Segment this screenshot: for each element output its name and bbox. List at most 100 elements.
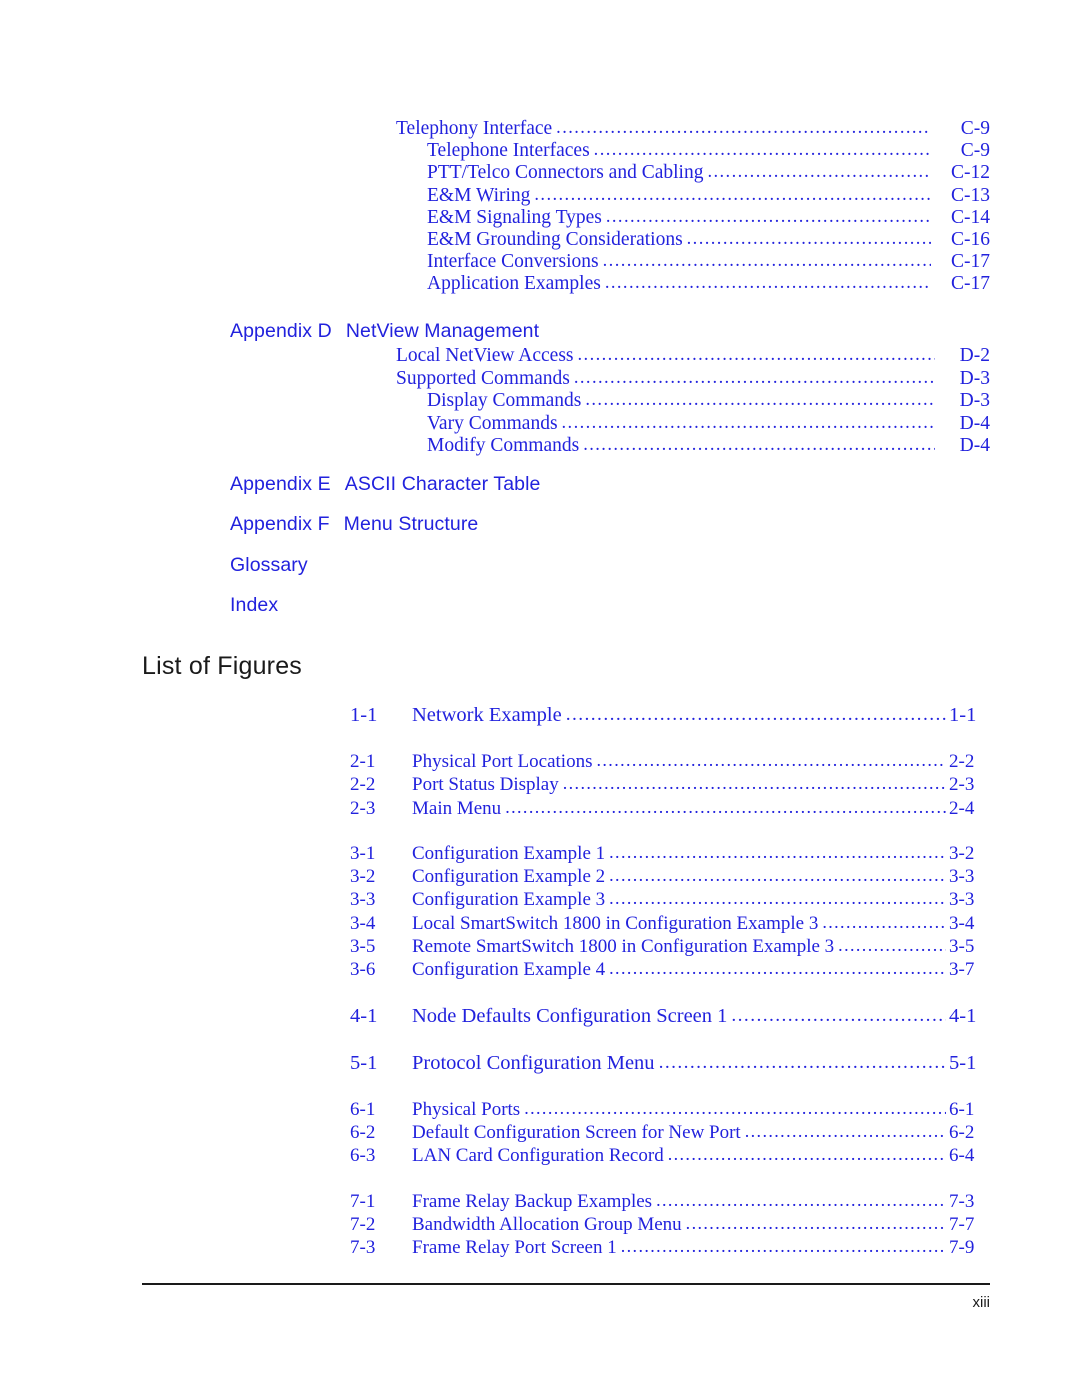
toc-entry[interactable]: Vary Commands D-4 (427, 413, 990, 436)
figure-number: 7-2 (350, 1213, 376, 1235)
figure-number: 4-1 (350, 1004, 378, 1027)
figure-number: 3-6 (350, 959, 376, 981)
figure-page: 4-1 (949, 1004, 977, 1027)
dot-leader (594, 139, 931, 161)
dot-leader (822, 911, 946, 934)
dot-leader (583, 434, 935, 457)
figure-group: 5-1 Protocol Configuration Menu 5-1 (350, 1051, 995, 1076)
appendix-f-heading[interactable]: Appendix F Menu Structure (230, 513, 478, 536)
figure-entry[interactable]: 3-5 Remote SmartSwitch 1800 in Configurat… (350, 935, 995, 958)
figure-entry[interactable]: 6-1 Physical Ports 6-1 (350, 1098, 995, 1121)
toc-entry[interactable]: E&M Signaling Types C-14 (427, 207, 990, 229)
figure-entry[interactable]: 3-3 Configuration Example 3 3-3 (350, 888, 995, 911)
figure-title: Bandwidth Allocation Group Menu (412, 1213, 682, 1235)
figure-group: 1-1 Network Example 1-1 (350, 703, 995, 728)
toc-entry-title: E&M Wiring (427, 184, 531, 206)
appendix-e-title: ASCII Character Table (344, 473, 541, 495)
figure-group: 4-1 Node Defaults Configuration Screen 1 4… (350, 1004, 995, 1029)
figure-entry[interactable]: 6-2 Default Configuration Screen for New … (350, 1121, 995, 1144)
toc-entry[interactable]: Application Examples C-17 (427, 273, 990, 295)
figure-page: 7-3 (949, 1190, 975, 1212)
figure-entry[interactable]: 3-4 Local SmartSwitch 1800 in Configurati… (350, 912, 995, 935)
toc-entry-title: Modify Commands (427, 435, 580, 456)
toc-entry[interactable]: Telephony Interface C-9 (396, 118, 990, 140)
figure-number: 6-3 (350, 1145, 376, 1167)
figure-entry[interactable]: 3-6 Configuration Example 4 3-7 (350, 958, 995, 981)
dot-leader (585, 389, 935, 412)
toc-entry-page: C-12 (951, 162, 990, 184)
figure-page: 2-2 (949, 751, 975, 772)
toc-entry-title: Local NetView Access (396, 345, 574, 366)
figure-entry[interactable]: 2-1 Physical Port Locations 2-2 (350, 750, 995, 773)
dot-leader (606, 206, 931, 228)
figure-entry[interactable]: 3-2 Configuration Example 2 3-3 (350, 865, 995, 888)
toc-entry-title: Interface Conversions (427, 251, 599, 273)
index-label: Index (230, 594, 279, 616)
figure-entry[interactable]: 7-1 Frame Relay Backup Examples 7-3 (350, 1190, 995, 1213)
appendix-d-heading[interactable]: Appendix D NetView Management (230, 320, 539, 343)
toc-entry[interactable]: Telephone Interfaces C-9 (427, 140, 990, 162)
figure-entry[interactable]: 6-3 LAN Card Configuration Record 6-4 (350, 1144, 995, 1167)
index-heading[interactable]: Index (230, 594, 278, 617)
figure-title: Physical Ports (412, 1098, 521, 1120)
toc-entry[interactable]: Interface Conversions C-17 (427, 251, 990, 273)
toc-entry-page: C-9 (960, 118, 990, 139)
toc-entry[interactable]: Display Commands D-3 (427, 390, 990, 413)
figure-title: Frame Relay Port Screen 1 (412, 1237, 617, 1259)
figure-entry[interactable]: 2-2 Port Status Display 2-3 (350, 773, 995, 796)
figure-entry[interactable]: 3-1 Configuration Example 1 3-2 (350, 842, 995, 865)
figure-page: 6-4 (949, 1145, 975, 1167)
dot-leader (556, 117, 931, 139)
figure-page: 3-7 (949, 959, 975, 981)
figure-entry[interactable]: 4-1 Node Defaults Configuration Screen 1 4… (350, 1004, 995, 1029)
figure-group: 3-1 Configuration Example 1 3-2 3-2 Configur… (350, 842, 995, 982)
footer-divider (142, 1283, 990, 1285)
toc-entry-page: D-2 (959, 345, 990, 366)
figure-entry[interactable]: 7-2 Bandwidth Allocation Group Menu 7-7 (350, 1213, 995, 1236)
figure-title: Network Example (412, 704, 562, 726)
toc-entry[interactable]: E&M Wiring C-13 (427, 185, 990, 207)
dot-leader (838, 934, 946, 957)
toc-entry[interactable]: E&M Grounding Considerations C-16 (427, 229, 990, 251)
figure-page: 5-1 (949, 1051, 977, 1074)
toc-entry-title: Supported Commands (396, 367, 570, 389)
dot-leader (745, 1120, 946, 1143)
toc-entry-page: D-3 (959, 390, 990, 411)
figure-number: 3-3 (350, 889, 376, 911)
toc-entry-title: PTT/Telco Connectors and Cabling (427, 162, 704, 184)
glossary-heading[interactable]: Glossary (230, 554, 308, 577)
figure-entry[interactable]: 7-3 Frame Relay Port Screen 1 7-9 (350, 1236, 995, 1259)
figure-number: 3-5 (350, 936, 376, 958)
figure-title: Node Defaults Configuration Screen 1 (412, 1004, 728, 1027)
dot-leader (659, 1051, 946, 1075)
figure-title: Physical Port Locations (412, 751, 593, 772)
appendix-e-heading[interactable]: Appendix E ASCII Character Table (230, 473, 541, 496)
figure-entry[interactable]: 2-3 Main Menu 2-4 (350, 797, 995, 820)
toc-entry-page: D-4 (959, 412, 990, 434)
figure-entry[interactable]: 5-1 Protocol Configuration Menu 5-1 (350, 1051, 995, 1076)
toc-entry[interactable]: PTT/Telco Connectors and Cabling C-12 (427, 162, 990, 184)
figure-title: Configuration Example 2 (412, 866, 606, 888)
figure-page: 3-2 (949, 842, 975, 864)
toc-entry[interactable]: Supported Commands D-3 (396, 368, 990, 391)
appendix-e-label: Appendix E (230, 473, 331, 495)
toc-entry-title: E&M Grounding Considerations (427, 229, 683, 251)
figure-title: Port Status Display (412, 774, 559, 796)
figure-group: 6-1Physical Ports6-16-2Default Configura… (350, 1098, 995, 1168)
toc-entry-title: Vary Commands (427, 412, 558, 434)
figure-title: Main Menu (412, 797, 502, 819)
toc-entry[interactable]: Modify Commands D-4 (427, 435, 990, 458)
figure-number: 3-2 (350, 866, 376, 888)
figure-number: 3-1 (350, 842, 376, 864)
dot-leader (563, 772, 946, 795)
footer-page-number: xiii (972, 1294, 991, 1311)
toc-entry[interactable]: Local NetView Access D-2 (396, 345, 990, 368)
appendix-d-entries: Local NetView AccessD-2Supported Command… (396, 345, 990, 458)
toc-entry-page: D-3 (959, 367, 990, 389)
figure-entry[interactable]: 1-1 Network Example 1-1 (350, 703, 995, 728)
toc-entry-title: E&M Signaling Types (427, 206, 602, 228)
dot-leader (686, 1212, 946, 1235)
dot-leader (605, 272, 931, 294)
figure-page: 7-9 (949, 1237, 975, 1259)
figure-number: 2-3 (350, 797, 376, 819)
